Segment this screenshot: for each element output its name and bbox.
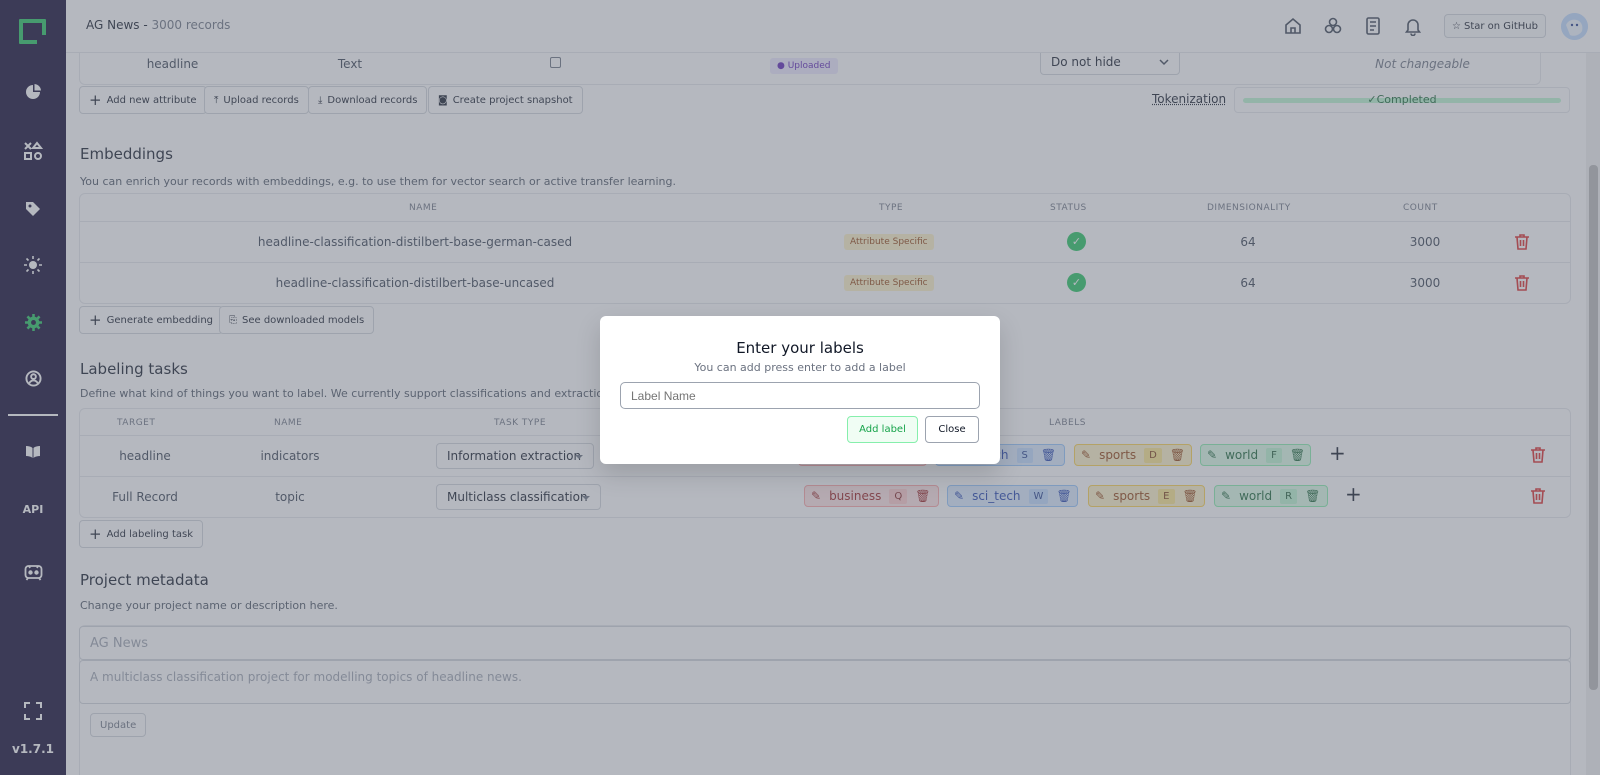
label-name-input[interactable] <box>620 382 980 409</box>
add-label-button[interactable]: Add label <box>847 416 918 443</box>
modal-subtitle: You can add press enter to add a label <box>694 361 906 374</box>
app-root: API v1.7.1 AG News - 3000 records ☆Star … <box>0 0 1600 775</box>
enter-labels-modal: Enter your labels You can add press ente… <box>600 316 1000 464</box>
modal-title: Enter your labels <box>736 339 864 357</box>
close-button[interactable]: Close <box>925 416 979 443</box>
